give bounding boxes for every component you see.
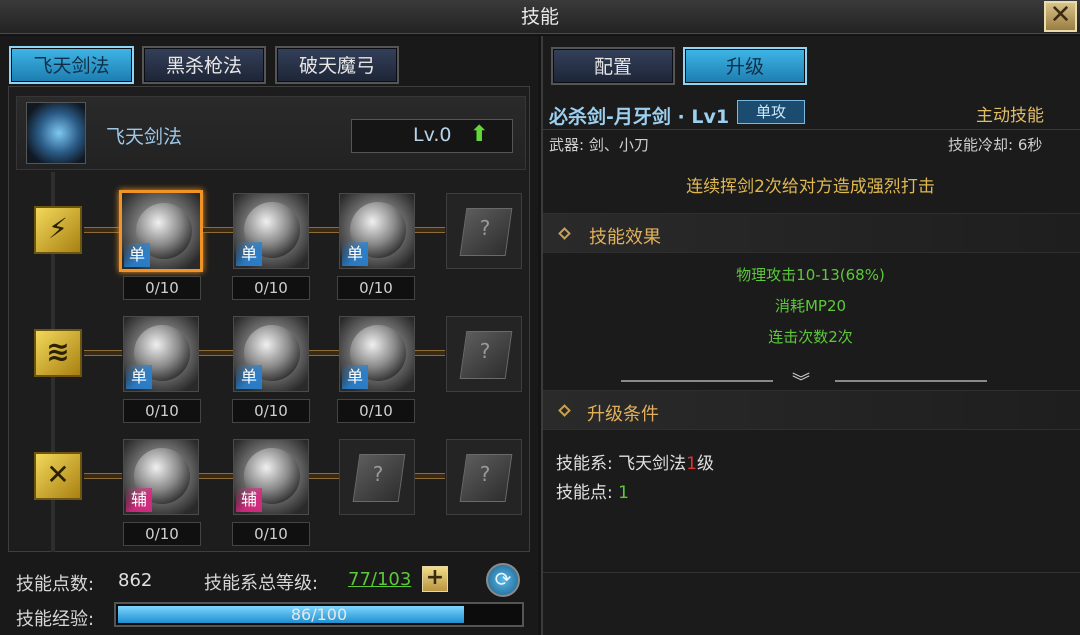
- locked-skill-slot[interactable]: ?: [446, 316, 522, 392]
- single-attack-tag: 单: [236, 365, 262, 389]
- refresh-icon[interactable]: ⟳: [486, 563, 520, 597]
- tree-link: [415, 227, 445, 233]
- locked-icon: ?: [479, 462, 491, 486]
- tab-upgrade[interactable]: 升级: [683, 47, 807, 85]
- divider: [543, 572, 1080, 573]
- skill-points-label: 技能点数:: [16, 574, 95, 595]
- locked-icon: ?: [479, 216, 491, 240]
- skill-slot-3-2[interactable]: 辅: [233, 439, 309, 515]
- locked-skill-slot[interactable]: ?: [339, 439, 415, 515]
- divider: [621, 380, 773, 382]
- divider: [543, 129, 1080, 130]
- single-attack-tag: 单: [342, 242, 368, 266]
- single-attack-tag: 单: [236, 242, 262, 266]
- single-attack-tag: 单: [124, 243, 150, 267]
- green-up-arrow-icon[interactable]: ⬆: [470, 122, 488, 147]
- skill-cooldown: 技能冷却: 6秒: [948, 136, 1043, 154]
- skill-count: 0/10: [337, 399, 415, 423]
- tree-link: [309, 473, 339, 479]
- support-tag: 辅: [126, 488, 152, 512]
- requirement-tree-label: 技能系:: [556, 454, 619, 474]
- requirement-tree-level: 1: [686, 454, 697, 474]
- requirement-points-label: 技能点:: [556, 483, 619, 503]
- skill-name: 必杀剑-月牙剑 · Lv1: [549, 106, 730, 128]
- tree-link: [84, 227, 122, 233]
- skill-kind: 主动技能: [976, 106, 1044, 126]
- effect-line: 消耗MP20: [774, 297, 847, 315]
- locked-icon: ?: [479, 339, 491, 363]
- skill-count: 0/10: [123, 522, 201, 546]
- claw-slash-icon: ⚡: [34, 206, 82, 254]
- window-title: 技能: [520, 6, 559, 28]
- skill-type-badge: 单攻: [737, 100, 805, 124]
- tree-link: [203, 227, 233, 233]
- requirement-tree-suffix: 级: [696, 454, 714, 474]
- triple-slash-icon: ≋: [34, 329, 82, 377]
- skill-slot-1-2[interactable]: 单: [233, 193, 309, 269]
- tree-link: [415, 350, 445, 356]
- tree-name: 飞天剑法: [106, 126, 183, 148]
- skill-exp-label: 技能经验:: [16, 609, 95, 630]
- requirements-title: 升级条件: [587, 404, 659, 425]
- skill-slot-2-2[interactable]: 单: [233, 316, 309, 392]
- skill-weapon: 武器: 剑、小刀: [549, 136, 649, 154]
- sword-icon: [26, 102, 86, 164]
- tree-link: [84, 350, 122, 356]
- requirement-points-value: 1: [618, 483, 629, 503]
- plus-icon[interactable]: +: [422, 566, 448, 592]
- skill-count: 0/10: [337, 276, 415, 300]
- tab-config[interactable]: 配置: [551, 47, 675, 85]
- tab-heisha-spear[interactable]: 黑杀枪法: [142, 46, 266, 84]
- locked-skill-slot[interactable]: ?: [446, 439, 522, 515]
- effects-title: 技能效果: [589, 227, 661, 248]
- requirement-tree-name: 飞天剑法: [618, 454, 687, 474]
- close-icon[interactable]: ✕: [1044, 1, 1077, 32]
- tab-potian-bow[interactable]: 破天魔弓: [275, 46, 399, 84]
- skill-slot-2-3[interactable]: 单: [339, 316, 415, 392]
- tree-link: [309, 350, 339, 356]
- locked-skill-slot[interactable]: ?: [446, 193, 522, 269]
- effect-line: 物理攻击10-13(68%): [736, 266, 885, 284]
- exp-progress-text: 86/100: [290, 605, 348, 624]
- skill-slot-2-1[interactable]: 单: [123, 316, 199, 392]
- tree-link: [309, 227, 339, 233]
- skill-slot-3-1[interactable]: 辅: [123, 439, 199, 515]
- tree-level: Lv.0: [413, 124, 452, 146]
- locked-icon: ?: [372, 462, 384, 486]
- tree-link: [84, 473, 122, 479]
- tree-link: [199, 350, 233, 356]
- cross-strike-icon: ✕: [34, 452, 82, 500]
- skill-slot-1-3[interactable]: 单: [339, 193, 415, 269]
- skill-count: 0/10: [123, 276, 201, 300]
- total-level-label: 技能系总等级:: [204, 573, 319, 594]
- divider: [835, 380, 987, 382]
- total-level-value[interactable]: 77/103: [348, 569, 411, 590]
- effect-line: 连击次数2次: [768, 328, 853, 346]
- skill-description: 连续挥剑2次给对方造成强烈打击: [686, 177, 935, 197]
- skill-count: 0/10: [123, 399, 201, 423]
- single-attack-tag: 单: [126, 365, 152, 389]
- skill-count: 0/10: [232, 399, 310, 423]
- skill-count: 0/10: [232, 522, 310, 546]
- support-tag: 辅: [236, 488, 262, 512]
- skill-count: 0/10: [232, 276, 310, 300]
- skill-slot-1-1[interactable]: 单: [119, 190, 203, 272]
- tree-link: [415, 473, 445, 479]
- single-attack-tag: 单: [342, 365, 368, 389]
- tree-link: [199, 473, 233, 479]
- tab-feitian-sword[interactable]: 飞天剑法: [9, 46, 134, 84]
- requirement-tree: 技能系: 飞天剑法1级: [556, 449, 714, 474]
- skill-points-value: 862: [118, 570, 153, 591]
- requirement-points: 技能点: 1: [556, 478, 629, 503]
